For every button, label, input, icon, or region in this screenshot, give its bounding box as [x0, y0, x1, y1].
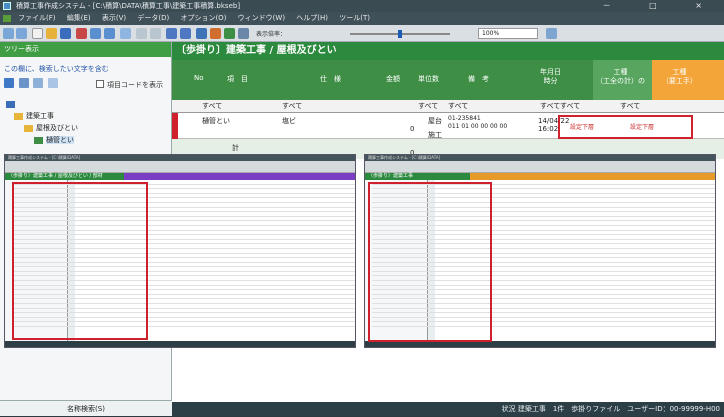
highlight-box-left	[12, 182, 148, 340]
item-icon	[34, 136, 43, 144]
menu-edit[interactable]: 編集(E)	[67, 14, 91, 22]
window-icon[interactable]	[238, 28, 249, 39]
highlight-box-right	[368, 182, 492, 342]
paste-icon[interactable]	[104, 28, 115, 39]
row-marker	[172, 113, 178, 139]
list-icon[interactable]	[47, 78, 58, 88]
delete-row-icon[interactable]	[180, 28, 191, 39]
save-icon[interactable]	[60, 28, 71, 39]
menu-file[interactable]: ファイル(F)	[18, 14, 56, 22]
collapse-icon[interactable]	[18, 78, 29, 88]
filter-row: すべて すべて すべて すべて すべて すべて すべて	[172, 100, 724, 113]
title-bar: 積算工事作成システム - [C:\積算\DATA\積算工事\建築工事積算.bks…	[0, 0, 724, 12]
filter-date[interactable]: すべて	[540, 100, 560, 113]
name-search-label: 名称検索(S)	[67, 405, 105, 413]
col-unit[interactable]: 単位数	[418, 74, 439, 84]
filter-note[interactable]: すべて	[448, 100, 468, 113]
tree-item-building[interactable]: 建築工事	[6, 110, 165, 122]
cell-amount[interactable]: 0	[410, 125, 414, 133]
zoom-select[interactable]: 100%	[478, 28, 538, 39]
status-bar: 状況 建築工事 1件 歩掛りファイル ユーザーID：00-99999-H00	[172, 402, 724, 416]
filter-item[interactable]: すべて	[202, 100, 222, 113]
col-spec[interactable]: 仕 様	[320, 74, 341, 84]
expand-icon[interactable]	[4, 78, 14, 88]
new-file-icon[interactable]	[32, 28, 43, 39]
page-title: 〔歩掛り〕建築工事 / 屋根及びとい	[172, 42, 724, 60]
col-no[interactable]: No	[194, 74, 204, 82]
grid-header: No 項 目 仕 様 金額 単位数 備 考 年月日 時分 工種 （工全の計）の …	[172, 60, 724, 100]
menu-options[interactable]: オプション(O)	[180, 14, 226, 22]
menu-view[interactable]: 表示(V)	[102, 14, 126, 22]
sidebar-tools: 項目コードを表示	[4, 78, 167, 92]
sub-right-toolbar	[365, 166, 715, 173]
sub-right-band: （歩掛り）建築工事	[365, 173, 715, 180]
forward-icon[interactable]	[16, 28, 27, 39]
filter-work1[interactable]: すべて	[560, 100, 580, 113]
sidebar-header: ツリー表示	[0, 42, 171, 57]
col-work2[interactable]: 工種 （要工手）	[662, 68, 697, 86]
item-code-checkbox-label: 項目コードを表示	[107, 81, 163, 89]
cell-note[interactable]: 01-235841 011 01 00 00 00 00	[448, 115, 507, 131]
col-note[interactable]: 備 考	[468, 74, 489, 84]
tree-root[interactable]	[6, 98, 165, 110]
open-folder-icon[interactable]	[46, 28, 57, 39]
sidebar-search-input[interactable]: この欄に、検索したい文字を含む	[4, 63, 167, 75]
tree-view: 建築工事 屋根及びとい 樋管とい	[6, 98, 165, 146]
filter-work2[interactable]: すべて	[620, 100, 640, 113]
cut-icon[interactable]	[76, 28, 87, 39]
menu-help[interactable]: ヘルプ(H)	[296, 14, 328, 22]
item-code-checkbox[interactable]	[96, 80, 104, 88]
menu-window[interactable]: ウィンドウ(W)	[238, 14, 285, 22]
search-icon[interactable]	[196, 28, 207, 39]
col-work1[interactable]: 工種 （工全の計）の	[596, 68, 645, 86]
calc-icon[interactable]	[210, 28, 221, 39]
col-amount[interactable]: 金額	[386, 74, 400, 84]
root-icon	[6, 100, 15, 108]
tree-item-label: 屋根及びとい	[36, 124, 78, 132]
app-icon	[3, 2, 11, 10]
back-icon[interactable]	[3, 28, 14, 39]
menu-app-icon	[3, 15, 11, 22]
filter-unit[interactable]: すべて	[418, 100, 438, 113]
window-controls[interactable]: － □ ×	[603, 0, 720, 12]
sub-left-toolbar	[5, 166, 355, 173]
display-label: 表示倍率：	[256, 31, 287, 38]
redo-icon[interactable]	[150, 28, 161, 39]
filter-spec[interactable]: すべて	[282, 100, 302, 113]
cell-total-label: 計	[232, 144, 239, 152]
sub-left-band: （歩掛り）建築工事 / 屋根及びとい / 部材	[5, 173, 355, 180]
toolbar: 表示倍率： 100%	[0, 25, 724, 42]
col-date[interactable]: 年月日 時分	[540, 68, 561, 86]
tree-item-label: 樋管とい	[46, 136, 74, 144]
tree-item-roof[interactable]: 屋根及びとい	[6, 122, 165, 134]
zoom-slider-knob[interactable]	[398, 30, 402, 38]
filter-icon[interactable]	[33, 78, 44, 88]
col-item[interactable]: 項 目	[227, 74, 248, 84]
tree-item-label: 建築工事	[26, 112, 54, 120]
tree-item-gutter[interactable]: 樋管とい	[6, 134, 165, 146]
menu-tools[interactable]: ツール(T)	[339, 14, 370, 22]
insert-row-icon[interactable]	[166, 28, 177, 39]
window-title: 積算工事作成システム - [C:\積算\DATA\積算工事\建築工事積算.bks…	[16, 2, 241, 10]
help-icon[interactable]	[546, 28, 557, 39]
undo-icon[interactable]	[136, 28, 147, 39]
name-search-button[interactable]: 名称検索(S)	[0, 400, 172, 416]
folder-icon	[14, 112, 23, 120]
menu-bar: ファイル(F) 編集(E) 表示(V) データ(D) オプション(O) ウィンド…	[0, 12, 724, 25]
cell-item[interactable]: 樋管とい	[202, 116, 230, 126]
copy-icon[interactable]	[90, 28, 101, 39]
menu-data[interactable]: データ(D)	[137, 14, 169, 22]
folder-icon	[24, 124, 33, 132]
cell-spec[interactable]: 塩ビ	[282, 116, 296, 126]
zoom-slider[interactable]	[350, 30, 450, 38]
highlight-box	[558, 115, 693, 139]
sub-left-status	[5, 341, 355, 347]
tree-icon[interactable]	[224, 28, 235, 39]
cell-unit[interactable]: 屋台	[428, 116, 442, 126]
print-icon[interactable]	[120, 28, 131, 39]
